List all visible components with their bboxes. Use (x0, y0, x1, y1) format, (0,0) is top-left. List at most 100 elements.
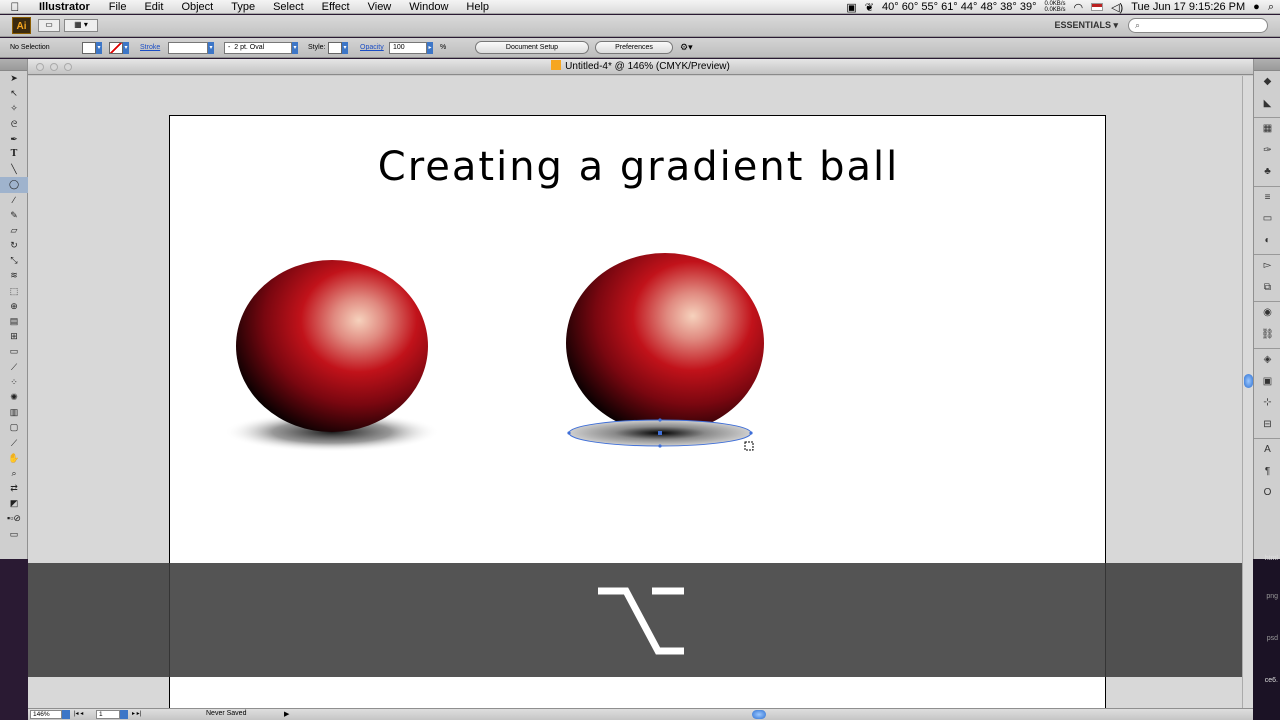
apple-icon[interactable]:  (0, 0, 30, 14)
right-gradient-ball[interactable] (566, 253, 764, 433)
preferences-button[interactable]: Preferences (595, 41, 673, 54)
opacity-link[interactable]: Opacity (360, 44, 384, 51)
horizontal-scroll-thumb[interactable] (752, 710, 766, 719)
fill-dropdown[interactable]: ▾ (96, 42, 102, 54)
menu-file[interactable]: File (100, 0, 136, 14)
wifi-icon[interactable]: ◠ (1073, 1, 1083, 14)
swatches-panel-icon[interactable]: ▦ (1254, 118, 1280, 140)
align-panel-icon[interactable]: ⊟ (1254, 414, 1280, 436)
zoom-field[interactable]: 146% (30, 710, 62, 719)
color-mode-icon[interactable]: ▪▫⊘ (0, 511, 28, 526)
help-search-input[interactable]: ⌕ (1128, 18, 1268, 33)
width-tool-icon[interactable]: ≋ (0, 268, 28, 283)
gradient-panel-icon[interactable]: ▭ (1254, 208, 1280, 230)
anchor-point[interactable] (567, 431, 571, 435)
menu-object[interactable]: Object (172, 0, 222, 14)
panel-dock-grip[interactable] (1254, 59, 1280, 71)
magic-wand-tool-icon[interactable]: ✧ (0, 101, 28, 116)
menu-help[interactable]: Help (457, 0, 498, 14)
zoom-dropdown[interactable] (62, 710, 70, 719)
zoom-window-icon[interactable] (64, 63, 72, 71)
clock-text[interactable]: Tue Jun 17 9:15:26 PM (1131, 1, 1245, 13)
brush-field[interactable]: - 2 pt. Oval (224, 42, 292, 54)
desktop-file-label[interactable]: ce6. (1265, 677, 1278, 684)
menu-app-name[interactable]: Illustrator (30, 0, 100, 14)
color-panel-icon[interactable]: ◆ (1254, 71, 1280, 93)
rotate-tool-icon[interactable]: ↻ (0, 238, 28, 253)
vertical-scrollbar[interactable] (1242, 76, 1253, 709)
lasso-tool-icon[interactable]: ᘓ (0, 117, 28, 132)
stroke-swatch[interactable] (109, 42, 123, 54)
hand-tool-icon[interactable]: ✋ (0, 451, 28, 466)
direct-selection-tool-icon[interactable]: ↖ (0, 86, 28, 101)
minimize-window-icon[interactable] (50, 63, 58, 71)
graphic-styles-panel-icon[interactable]: ⧉ (1254, 277, 1280, 299)
arrange-documents-button[interactable]: ▦ ▾ (64, 19, 98, 32)
tools-panel-grip[interactable] (0, 59, 27, 71)
symbols-panel-icon[interactable]: ♣ (1254, 161, 1280, 183)
color-guide-icon[interactable]: ◣ (1254, 93, 1280, 115)
layers-panel-icon[interactable]: ◈ (1254, 349, 1280, 371)
paintbrush-tool-icon[interactable]: ∕ (0, 193, 28, 208)
brushes-panel-icon[interactable]: ✑ (1254, 140, 1280, 162)
anchor-point[interactable] (658, 444, 662, 448)
opacity-field[interactable]: 100 (389, 42, 427, 54)
desktop-file-label[interactable]: png (1266, 593, 1278, 600)
status-menu-arrow-icon[interactable]: ▶ (284, 710, 289, 718)
zoom-tool-icon[interactable]: ⌕ (0, 466, 28, 481)
desktop-file-label[interactable]: html (1265, 555, 1278, 562)
stroke-weight-field[interactable] (168, 42, 208, 54)
type-tool-icon[interactable]: T (0, 147, 28, 162)
stroke-weight-dropdown[interactable]: ▾ (208, 42, 214, 54)
selection-tool-icon[interactable]: ➤ (0, 71, 28, 86)
menu-view[interactable]: View (359, 0, 401, 14)
mesh-tool-icon[interactable]: ⊞ (0, 329, 28, 344)
eraser-tool-icon[interactable]: ▱ (0, 223, 28, 238)
opacity-dropdown[interactable]: ▸ (427, 42, 433, 54)
artboard-tool-icon[interactable]: ▢ (0, 420, 28, 435)
center-point[interactable] (658, 431, 662, 435)
gradient-tool-icon[interactable]: ▭ (0, 344, 28, 359)
symbol-sprayer-tool-icon[interactable]: ✺ (0, 390, 28, 405)
stroke-link[interactable]: Stroke (140, 44, 160, 51)
transparency-panel-icon[interactable]: ◐ (1254, 230, 1280, 252)
artboard-number-field[interactable]: 1 (96, 710, 120, 719)
camera-icon[interactable]: ▣ (846, 1, 856, 14)
opentype-panel-icon[interactable]: O (1254, 482, 1280, 504)
eyedropper-tool-icon[interactable]: ⟋ (0, 360, 28, 375)
left-gradient-ball[interactable] (236, 260, 428, 432)
stroke-panel-icon[interactable]: ≡ (1254, 187, 1280, 209)
temperature-readout[interactable]: 40° 60° 55° 61° 44° 48° 38° 39° (882, 1, 1036, 13)
ellipse-tool-icon[interactable]: ◯ (0, 177, 28, 193)
paragraph-panel-icon[interactable]: ¶ (1254, 461, 1280, 483)
document-titlebar[interactable]: Untitled-4* @ 146% (CMYK/Preview) (28, 59, 1253, 75)
menu-window[interactable]: Window (400, 0, 457, 14)
navigator-panel-icon[interactable]: ◉ (1254, 302, 1280, 324)
brush-dropdown[interactable]: ▾ (292, 42, 298, 54)
links-panel-icon[interactable]: ⛓ (1254, 324, 1280, 346)
canvas-area[interactable]: Creating a gradient ball (28, 76, 1253, 709)
vertical-scroll-thumb[interactable] (1244, 374, 1253, 388)
spotlight-icon[interactable]: ⌕ (1268, 1, 1274, 14)
slice-tool-icon[interactable]: ⟋ (0, 436, 28, 451)
desktop-file-label[interactable]: psd (1267, 635, 1278, 642)
pen-tool-icon[interactable]: ✒ (0, 132, 28, 147)
stroke-color-dropdown[interactable]: ▾ (123, 42, 129, 54)
first-artboard-icon[interactable]: |◂ ◂ (74, 710, 83, 717)
blend-tool-icon[interactable]: ⁘ (0, 375, 28, 390)
screen-mode-icon[interactable]: ▭ (0, 527, 28, 542)
pencil-tool-icon[interactable]: ✎ (0, 208, 28, 223)
anchor-point[interactable] (658, 418, 662, 422)
free-transform-tool-icon[interactable]: ⬚ (0, 284, 28, 299)
fill-stroke-indicator-icon[interactable]: ◩ (0, 496, 28, 511)
shape-builder-tool-icon[interactable]: ⊕ (0, 299, 28, 314)
appearance-panel-icon[interactable]: ▻ (1254, 255, 1280, 277)
user-icon[interactable]: ● (1253, 1, 1260, 13)
style-dropdown[interactable]: ▾ (342, 42, 348, 54)
options-icon[interactable]: ⚙▾ (680, 42, 693, 53)
next-artboard-icon[interactable]: ▸ ▸| (132, 710, 141, 717)
volume-icon[interactable]: ◁) (1111, 1, 1123, 14)
menu-effect[interactable]: Effect (313, 0, 359, 14)
anchor-point[interactable] (749, 431, 753, 435)
fill-swatch[interactable] (82, 42, 96, 54)
